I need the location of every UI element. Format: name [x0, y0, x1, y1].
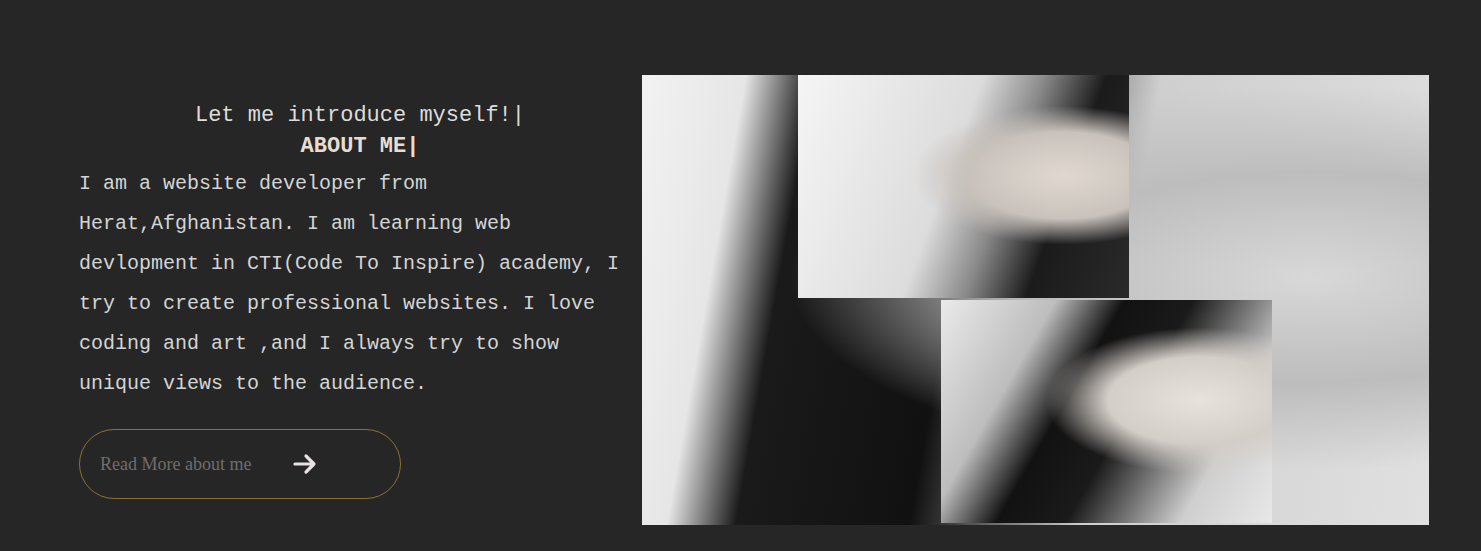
read-more-label: Read More about me — [100, 454, 251, 475]
about-paragraph: I am a website developer from Herat,Afgh… — [79, 164, 641, 404]
read-more-button[interactable]: Read More about me — [79, 429, 401, 499]
photo-collage — [642, 75, 1429, 525]
about-title: ABOUT ME| — [79, 130, 641, 164]
about-section: Let me introduce myself!| ABOUT ME| I am… — [0, 0, 1481, 551]
arrow-right-icon — [291, 450, 319, 478]
portrait-photo — [798, 75, 1129, 298]
portrait-photo — [941, 300, 1272, 523]
intro-heading: Let me introduce myself!| — [79, 102, 641, 130]
about-text-column: Let me introduce myself!| ABOUT ME| I am… — [79, 75, 641, 551]
